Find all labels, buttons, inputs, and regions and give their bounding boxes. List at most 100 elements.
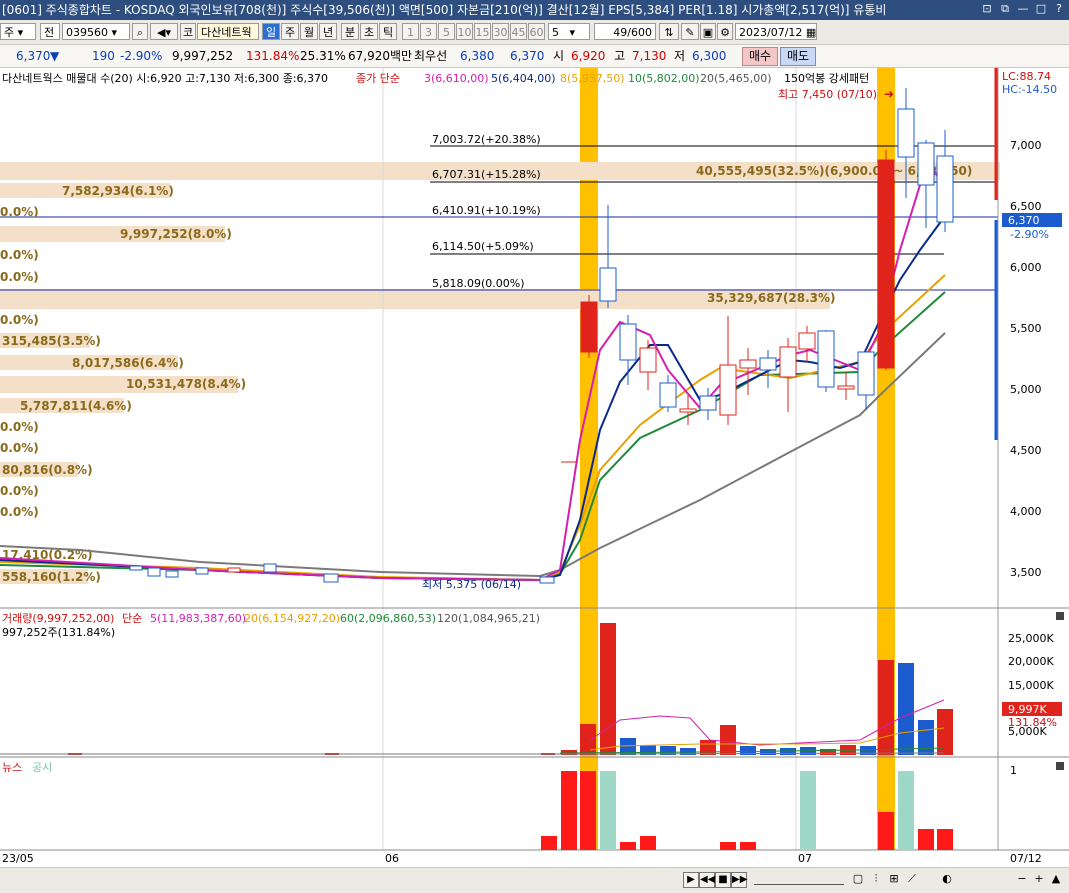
- count-total: /600: [627, 26, 652, 39]
- mode-value: 주: [4, 26, 15, 39]
- high-price: 7,130: [632, 49, 667, 63]
- profile-label: 0.0%): [0, 420, 39, 434]
- tab-minute[interactable]: 분: [341, 23, 359, 40]
- panel-close-icon[interactable]: [1056, 612, 1064, 620]
- rewind-icon[interactable]: ◀◀: [699, 872, 715, 888]
- maximize-icon[interactable]: □: [1034, 2, 1048, 16]
- tab-daily[interactable]: 일: [262, 23, 280, 40]
- date-tick: 06: [385, 852, 399, 865]
- candle-up: [837, 385, 855, 390]
- date-tick: 07/12: [1010, 852, 1042, 865]
- stock-name-field[interactable]: 다산네트웍: [197, 23, 259, 40]
- scroll-left-icon[interactable]: ▶: [683, 872, 699, 888]
- minute-15[interactable]: 15: [474, 23, 491, 40]
- chart-scrollbar[interactable]: ▶ ◀◀ ■ ▶▶ ▢ ⫶ ⊞ ⟋ ◐ − + ▲: [0, 867, 1069, 893]
- volume-sub-legend: 997,252주(131.84%): [2, 626, 115, 639]
- volume-ratio: 131.84%: [246, 49, 300, 63]
- current-price: 6,370: [16, 49, 51, 63]
- period-select[interactable]: 전: [40, 23, 60, 40]
- candle-up: [679, 408, 697, 413]
- low-label: 저: [674, 49, 686, 63]
- expand-icon[interactable]: ▲: [1049, 872, 1063, 886]
- gear-icon[interactable]: ⚙: [717, 23, 733, 40]
- magnifier-icon[interactable]: ⌕: [132, 23, 148, 40]
- volume-ma20-legend[interactable]: 20(6,154,927,20): [244, 612, 340, 625]
- ma10-legend[interactable]: 10(5,802,00): [628, 72, 700, 85]
- candle-down: [599, 267, 617, 302]
- help-icon[interactable]: ?: [1052, 2, 1066, 16]
- date-input[interactable]: 2023/07/12 ▦: [735, 23, 817, 40]
- market-badge[interactable]: 코: [180, 23, 196, 40]
- panel-close-icon[interactable]: [1056, 762, 1064, 770]
- minute-3[interactable]: 3: [420, 23, 437, 40]
- date-tick: 23/05: [2, 852, 34, 865]
- volume-ma120-legend[interactable]: 120(1,084,965,21): [437, 612, 540, 625]
- speaker-icon[interactable]: ◀▾: [150, 23, 178, 40]
- volume-ma60-legend[interactable]: 60(2,096,860,53): [340, 612, 436, 625]
- stock-code-value: 039560: [66, 26, 108, 39]
- minute-60[interactable]: 60: [528, 23, 545, 40]
- notice-legend[interactable]: 공시: [32, 761, 52, 774]
- ma3-legend[interactable]: 3(6,610,00): [424, 72, 489, 85]
- chart-icon[interactable]: ▢: [851, 872, 865, 886]
- count-input[interactable]: 49/600: [594, 23, 656, 40]
- minimize-icon[interactable]: —: [1016, 2, 1030, 16]
- draw-icon[interactable]: ✎: [681, 23, 699, 40]
- news-legend[interactable]: 뉴스: [2, 761, 22, 774]
- tab-weekly[interactable]: 주: [281, 23, 299, 40]
- ma5-legend[interactable]: 5(6,404,00): [491, 72, 556, 85]
- sell-button[interactable]: 매도: [780, 47, 816, 66]
- retrace-label: 6,410.91(+10.19%): [432, 204, 541, 217]
- price-tick: 4,500: [1010, 444, 1042, 457]
- volume-ma5-legend[interactable]: 5(11,983,387,60): [150, 612, 246, 625]
- minute-45[interactable]: 45: [510, 23, 527, 40]
- price-tick: 6,000: [1010, 261, 1042, 274]
- profile-label: 10,531,478(8.4%): [126, 377, 246, 391]
- minute-5[interactable]: 5: [438, 23, 455, 40]
- cascade-icon[interactable]: ⧉: [998, 2, 1012, 16]
- low-marker: 최저 5,375 (06/14): [422, 578, 521, 591]
- interval-select[interactable]: 5 ▾: [548, 23, 590, 40]
- price-tick: 7,000: [1010, 139, 1042, 152]
- candle-down: [917, 142, 935, 186]
- ma8-legend[interactable]: 8(5,937,50): [560, 72, 625, 85]
- mode-select[interactable]: 주 ▾: [0, 23, 36, 40]
- minute-30[interactable]: 30: [492, 23, 509, 40]
- line-icon[interactable]: ⟋: [905, 872, 919, 886]
- tab-yearly[interactable]: 년: [319, 23, 337, 40]
- chart-type-icon[interactable]: ⇅: [659, 23, 679, 40]
- stock-code-input[interactable]: 039560 ▾: [62, 23, 130, 40]
- chart-toolbar: 주 ▾ 전 039560 ▾ ⌕ ◀▾ 코 다산네트웍 일 주 월 년 분 초 …: [0, 20, 1069, 45]
- indicator-icon[interactable]: ⊞: [887, 872, 901, 886]
- retrace-label: 5,818.09(0.00%): [432, 277, 525, 290]
- candle-up: [798, 332, 816, 350]
- candle-up: [877, 159, 895, 369]
- ma-legend-title: 종가 단순: [356, 72, 400, 85]
- minute-10[interactable]: 10: [456, 23, 473, 40]
- candle-up: [779, 346, 797, 378]
- zoom-out-icon[interactable]: −: [1015, 872, 1029, 886]
- candle-up: [719, 364, 737, 416]
- profile-label: 0.0%): [0, 270, 39, 284]
- date-tick: 07: [798, 852, 812, 865]
- restore-icon[interactable]: ⊡: [980, 2, 994, 16]
- tab-second[interactable]: 초: [360, 23, 378, 40]
- zoom-slider[interactable]: [754, 874, 844, 885]
- volume-tick: 20,000K: [1008, 655, 1054, 668]
- minute-1[interactable]: 1: [402, 23, 419, 40]
- stock-chart[interactable]: 7,003.72(+20.38%) 6,707.31(+15.28%) 6,41…: [0, 68, 1069, 880]
- hc-label: HC:-14.50: [1002, 83, 1057, 96]
- candle-icon[interactable]: ⫶: [869, 872, 883, 886]
- candle-down: [619, 323, 637, 361]
- tab-tick[interactable]: 틱: [379, 23, 397, 40]
- zoom-icon[interactable]: ◐: [940, 872, 954, 886]
- stop-icon[interactable]: ■: [715, 872, 731, 888]
- save-icon[interactable]: ▣: [700, 23, 716, 40]
- fast-forward-icon[interactable]: ▶▶: [731, 872, 747, 888]
- buy-button[interactable]: 매수: [742, 47, 778, 66]
- candle-down: [857, 351, 875, 396]
- ma20-legend[interactable]: 20(5,465,00): [700, 72, 772, 85]
- tab-monthly[interactable]: 월: [300, 23, 318, 40]
- high-label: 고: [614, 49, 626, 63]
- zoom-in-icon[interactable]: +: [1032, 872, 1046, 886]
